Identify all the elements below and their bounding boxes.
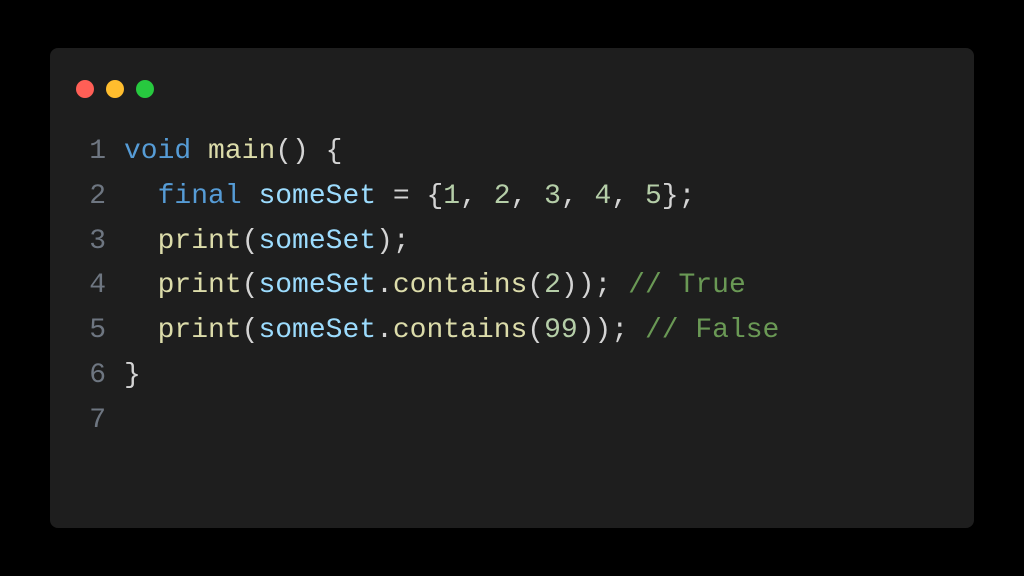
code-content: print(someSet.contains(99)); // False	[124, 309, 974, 354]
code-content: print(someSet.contains(2)); // True	[124, 264, 974, 309]
token: print	[158, 270, 242, 301]
token	[124, 315, 158, 346]
code-content: print(someSet);	[124, 220, 974, 265]
token: // False	[645, 315, 779, 346]
code-line: 3 print(someSet);	[50, 220, 974, 265]
token: .	[376, 315, 393, 346]
token: ,	[561, 181, 595, 212]
token: (	[242, 226, 259, 257]
code-block: 1void main() {2 final someSet = {1, 2, 3…	[50, 108, 974, 444]
token: 3	[544, 181, 561, 212]
code-content	[124, 399, 974, 444]
token: (	[527, 270, 544, 301]
token: 99	[544, 315, 578, 346]
token: contains	[393, 270, 527, 301]
code-line: 4 print(someSet.contains(2)); // True	[50, 264, 974, 309]
token: }	[124, 360, 141, 391]
token: 5	[645, 181, 662, 212]
token: 2	[544, 270, 561, 301]
line-number: 4	[50, 264, 124, 309]
line-number: 1	[50, 130, 124, 175]
token	[191, 136, 208, 167]
token: 4	[595, 181, 612, 212]
code-content: final someSet = {1, 2, 3, 4, 5};	[124, 175, 974, 220]
token: ,	[460, 181, 494, 212]
token: ));	[578, 315, 645, 346]
token: );	[376, 226, 410, 257]
maximize-icon[interactable]	[136, 80, 154, 98]
code-content: void main() {	[124, 130, 974, 175]
token: (	[242, 270, 259, 301]
token: someSet	[258, 226, 376, 257]
code-window: 1void main() {2 final someSet = {1, 2, 3…	[50, 48, 974, 528]
token: someSet	[258, 181, 376, 212]
line-number: 6	[50, 354, 124, 399]
token: };	[662, 181, 696, 212]
token: someSet	[258, 315, 376, 346]
token: final	[158, 181, 242, 212]
token: ,	[511, 181, 545, 212]
line-number: 2	[50, 175, 124, 220]
token: // True	[628, 270, 746, 301]
code-line: 7	[50, 399, 974, 444]
token	[124, 181, 158, 212]
token	[242, 181, 259, 212]
token: .	[376, 270, 393, 301]
token: ));	[561, 270, 628, 301]
code-line: 5 print(someSet.contains(99)); // False	[50, 309, 974, 354]
token: print	[158, 315, 242, 346]
token: main	[208, 136, 275, 167]
line-number: 3	[50, 220, 124, 265]
token	[124, 270, 158, 301]
code-content: }	[124, 354, 974, 399]
token: = {	[376, 181, 443, 212]
token: (	[242, 315, 259, 346]
close-icon[interactable]	[76, 80, 94, 98]
line-number: 5	[50, 309, 124, 354]
token: (	[527, 315, 544, 346]
minimize-icon[interactable]	[106, 80, 124, 98]
window-titlebar	[50, 48, 974, 108]
token: ,	[611, 181, 645, 212]
token: 2	[494, 181, 511, 212]
token: contains	[393, 315, 527, 346]
code-line: 2 final someSet = {1, 2, 3, 4, 5};	[50, 175, 974, 220]
code-line: 6}	[50, 354, 974, 399]
line-number: 7	[50, 399, 124, 444]
token: print	[158, 226, 242, 257]
token: void	[124, 136, 191, 167]
token: 1	[443, 181, 460, 212]
code-line: 1void main() {	[50, 130, 974, 175]
token: someSet	[258, 270, 376, 301]
token: () {	[275, 136, 342, 167]
token	[124, 226, 158, 257]
